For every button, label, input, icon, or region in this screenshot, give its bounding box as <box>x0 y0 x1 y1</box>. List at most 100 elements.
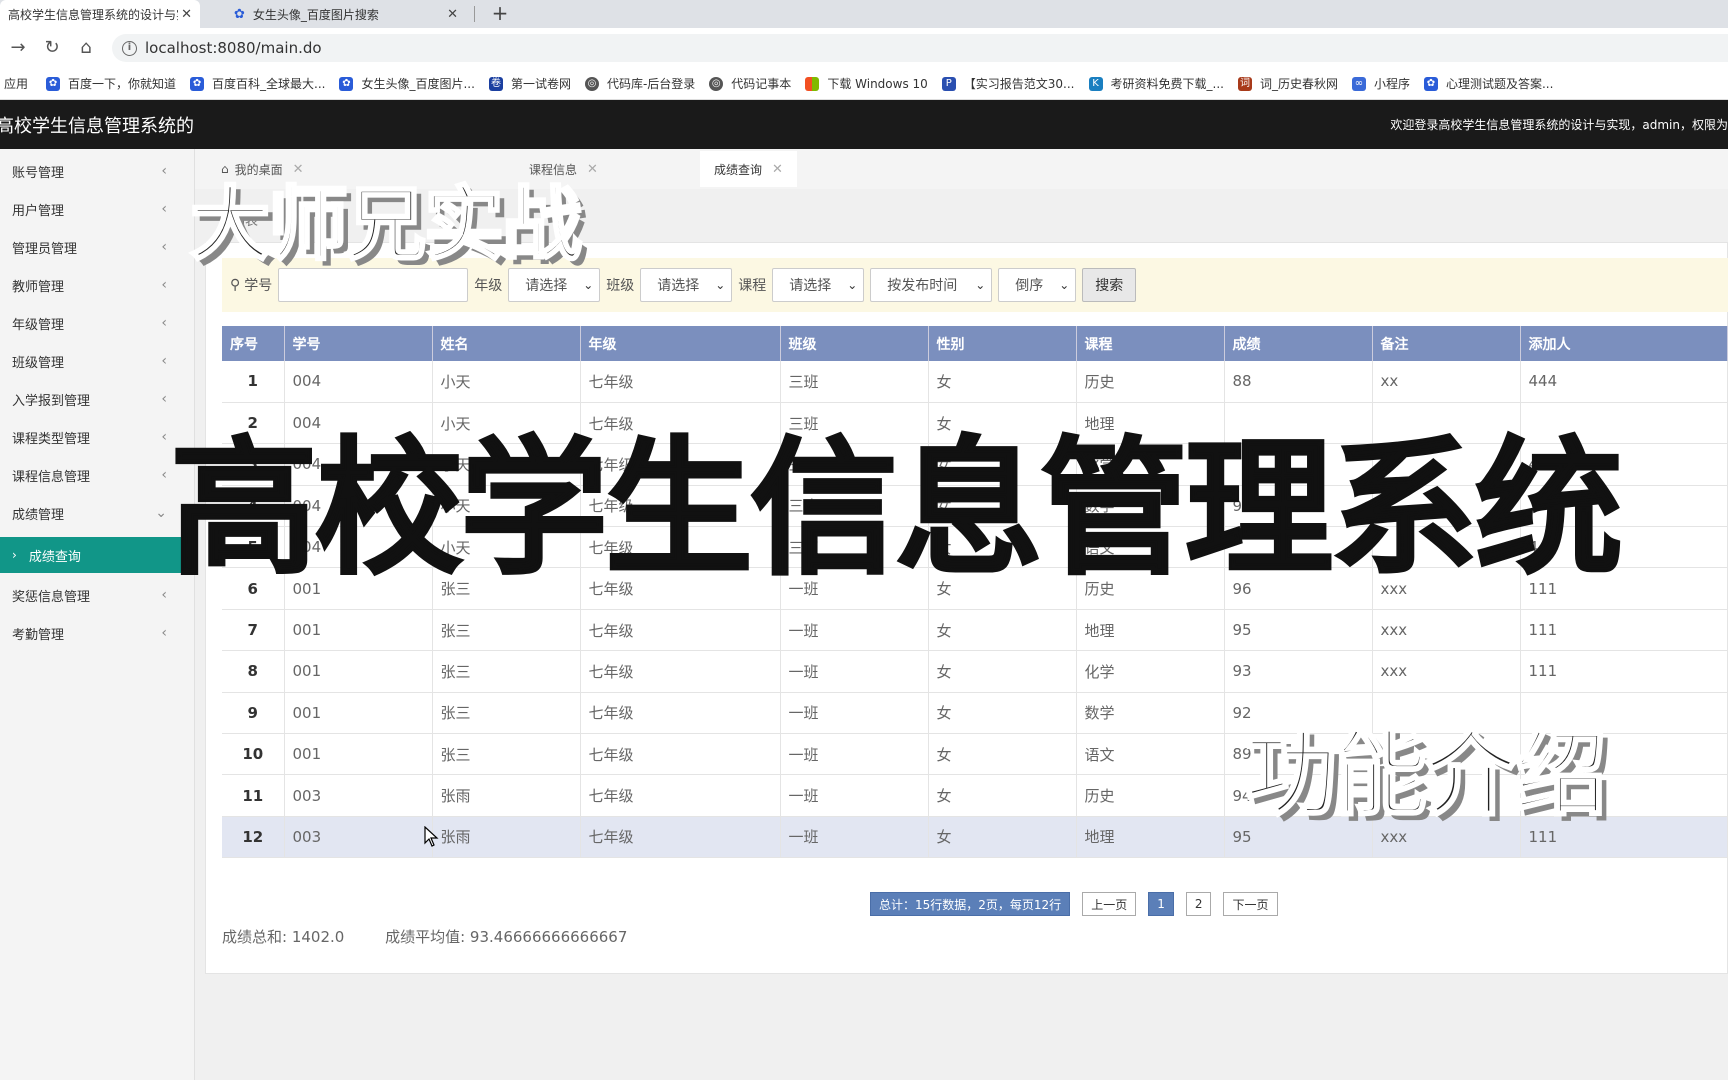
sidebar-item-courses[interactable]: 课程信息管理 ‹ <box>0 457 195 493</box>
sort-field-select[interactable]: 按发布时间 ⌄ <box>870 268 993 302</box>
column-header[interactable]: 性别 <box>928 326 1077 361</box>
close-icon[interactable]: ✕ <box>447 7 458 22</box>
sidebar-item-classes[interactable]: 班级管理 ‹ <box>0 343 195 379</box>
column-header[interactable]: 添加人 <box>1520 326 1728 361</box>
bookmark-item[interactable]: ∞ 小程序 <box>1351 75 1410 92</box>
bookmark-label: 应用 <box>4 77 29 91</box>
table-cell: 语文 <box>1076 733 1225 776</box>
sidebar-item-score-query[interactable]: › 成绩查询 <box>0 537 195 573</box>
page-button-2[interactable]: 2 <box>1185 892 1212 916</box>
table-cell: 张三 <box>432 650 581 693</box>
course-select[interactable]: 请选择 ⌄ <box>772 268 865 302</box>
table-cell: 111 <box>1520 609 1728 652</box>
scroll-icon: 卷 <box>488 76 503 91</box>
sidebar-item-label: 教师管理 <box>12 279 65 295</box>
home-icon[interactable]: ⌂ <box>74 36 98 60</box>
info-icon[interactable]: i <box>122 40 137 56</box>
table-cell: 女 <box>928 609 1077 652</box>
tab-score-query[interactable]: 成绩查询 ✕ <box>700 151 797 187</box>
bookmark-item[interactable]: P 【实习报告范文30... <box>941 75 1075 92</box>
sidebar-item-grades[interactable]: 年级管理 ‹ <box>0 305 195 341</box>
bookmark-item[interactable]: ✿ 心理测试题及答案... <box>1423 75 1554 92</box>
table-cell: 7 <box>222 609 285 652</box>
next-page-button[interactable]: 下一页 <box>1223 892 1278 916</box>
browser-tab[interactable]: ✿ 女生头像_百度图片搜索 ✕ <box>226 0 466 28</box>
select-value: 请选择 <box>789 278 832 294</box>
chevron-left-icon: ‹ <box>161 587 167 603</box>
column-header[interactable]: 课程 <box>1076 326 1225 361</box>
column-header[interactable]: 班级 <box>780 326 929 361</box>
forward-icon[interactable]: → <box>6 36 30 60</box>
sidebar-item-label: 年级管理 <box>12 317 65 333</box>
table-row[interactable]: 8 001 张三 七年级 一班女化学 93 xxx 111 <box>222 650 1728 693</box>
address-bar[interactable]: i localhost:8080/main.do <box>112 34 1728 62</box>
close-icon[interactable]: ✕ <box>772 162 783 177</box>
reload-icon[interactable]: ↻ <box>40 36 64 60</box>
chevron-down-icon: ⌄ <box>1059 278 1070 292</box>
bookmark-item[interactable]: 词词_历史春秋网 <box>1237 75 1338 92</box>
sidebar-item-course-types[interactable]: 课程类型管理 ‹ <box>0 419 195 455</box>
table-cell: 女 <box>928 650 1077 693</box>
close-icon[interactable]: ✕ <box>587 162 598 177</box>
sort-order-select[interactable]: 倒序 ⌄ <box>998 268 1077 302</box>
column-header[interactable]: 姓名 <box>432 326 581 361</box>
bookmark-item[interactable]: 卷第一试卷网 <box>488 75 571 92</box>
search-button[interactable]: 搜索 <box>1082 268 1137 302</box>
table-cell: 女 <box>928 774 1077 817</box>
new-tab-button[interactable]: + <box>488 0 512 28</box>
bookmark-apps[interactable]: 应用 <box>4 75 28 92</box>
bookmark-item[interactable]: ✿ 女生头像_百度图片... <box>339 75 475 92</box>
class-select[interactable]: 请选择 ⌄ <box>640 268 733 302</box>
table-cell: 一班 <box>780 733 929 776</box>
app-header: 高校学生信息管理系统的 欢迎登录高校学生信息管理系统的设计与实现，admin，权… <box>0 100 1728 149</box>
column-header[interactable]: 年级 <box>580 326 781 361</box>
table-cell: 003 <box>284 816 433 859</box>
column-header[interactable]: 成绩 <box>1224 326 1373 361</box>
sidebar-item-teachers[interactable]: 教师管理 ‹ <box>0 267 195 303</box>
bookmark-item[interactable]: ◎ 代码记事本 <box>709 75 791 92</box>
table-cell: 001 <box>284 609 433 652</box>
browser-tab-active[interactable]: 高校学生信息管理系统的设计与实现 ✕ <box>0 0 200 28</box>
bookmark-item[interactable]: 下载 Windows 10 <box>805 75 928 92</box>
column-header[interactable]: 学号 <box>284 326 433 361</box>
class-label: 班级 <box>606 278 635 294</box>
bookmark-label: 第一试卷网 <box>510 77 571 91</box>
url-text: localhost:8080/main.do <box>145 39 322 57</box>
sidebar-item-enrollment[interactable]: 入学报到管理 ‹ <box>0 381 195 417</box>
sidebar-item-admins[interactable]: 管理员管理 ‹ <box>0 229 195 265</box>
bookmark-item[interactable]: ✿ 百度一下，你就知道 <box>46 75 176 92</box>
column-header[interactable]: 备注 <box>1372 326 1521 361</box>
column-header[interactable]: 序号 <box>222 326 285 361</box>
overlay-caption-bottom: 功能介绍 <box>1243 720 1608 830</box>
bookmark-label: 心理测试题及答案... <box>1445 77 1554 91</box>
chevron-right-icon: › <box>12 548 17 562</box>
sidebar-item-accounts[interactable]: 账号管理 ‹ <box>0 153 195 189</box>
table-cell: 张三 <box>432 733 581 776</box>
select-value: 倒序 <box>1015 278 1044 294</box>
table-cell: 地理 <box>1076 816 1225 859</box>
table-cell: 张雨 <box>432 816 581 859</box>
bookmark-label: 代码库-后台登录 <box>606 77 696 91</box>
sidebar-item-attendance[interactable]: 考勤管理 ‹ <box>0 615 195 651</box>
prev-page-button[interactable]: 上一页 <box>1082 892 1137 916</box>
chevron-left-icon: ‹ <box>161 277 167 293</box>
sidebar-item-scores[interactable]: 成绩管理 ⌄ <box>0 495 195 531</box>
page-button-1[interactable]: 1 <box>1148 892 1174 916</box>
sidebar-item-label: 成绩查询 <box>28 549 81 565</box>
browser-toolbar: → ↻ ⌂ i localhost:8080/main.do <box>0 28 1728 68</box>
sidebar-item-label: 用户管理 <box>12 203 65 219</box>
tab-separator <box>474 6 475 22</box>
bookmark-item[interactable]: ◎ 代码库-后台登录 <box>584 75 696 92</box>
sidebar-item-rewards[interactable]: 奖惩信息管理 ‹ <box>0 577 195 613</box>
tab-title: 女生头像_百度图片搜索 <box>252 7 379 22</box>
table-cell: 一班 <box>780 692 929 735</box>
sidebar-item-users[interactable]: 用户管理 ‹ <box>0 191 195 227</box>
select-value: 按发布时间 <box>887 278 958 294</box>
table-cell: 10 <box>222 733 285 776</box>
bookmark-item[interactable]: K 考研资料免费下载_... <box>1088 75 1224 92</box>
chevron-left-icon: ‹ <box>161 625 167 641</box>
table-cell: 003 <box>284 774 433 817</box>
close-icon[interactable]: ✕ <box>181 7 192 22</box>
bookmark-item[interactable]: ✿ 百度百科_全球最大... <box>190 75 325 92</box>
table-row[interactable]: 7 001 张三 七年级 一班女地理 95 xxx 111 <box>222 609 1728 652</box>
